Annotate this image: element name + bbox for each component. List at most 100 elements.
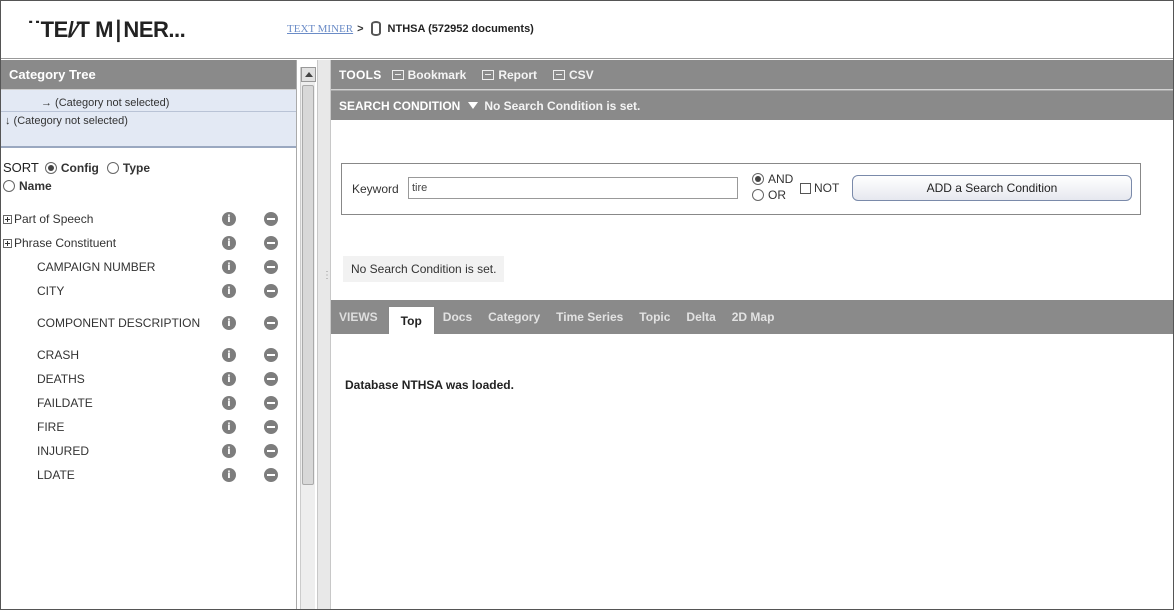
sort-config-radio[interactable] xyxy=(44,161,57,174)
breadcrumb-separator: > xyxy=(357,22,364,35)
category-tree-panel: Category Tree → (Category not selected) … xyxy=(1,60,297,609)
breadcrumb: TEXT MINER > NTHSA (572952 documents) xyxy=(287,21,534,36)
app-header: ˙˙TE/∕T M∣NER... TEXT MINER > NTHSA (572… xyxy=(1,1,1173,59)
or-radio[interactable] xyxy=(752,189,764,201)
tools-label: TOOLS xyxy=(339,67,382,82)
keyword-input[interactable] xyxy=(408,177,738,199)
bookmark-icon xyxy=(391,69,404,80)
bookmark-button[interactable]: Bookmark xyxy=(391,67,467,82)
or-option[interactable]: OR xyxy=(752,188,786,202)
remove-icon[interactable] xyxy=(264,444,278,458)
tab-time-series[interactable]: Time Series xyxy=(548,300,631,334)
tree-item-ldate[interactable]: LDATE i xyxy=(1,463,296,487)
sort-type-label: Type xyxy=(122,160,151,175)
app-window: ˙˙TE/∕T M∣NER... TEXT MINER > NTHSA (572… xyxy=(0,0,1174,610)
column-category-selector[interactable]: ↓ (Category not selected) xyxy=(1,112,296,130)
and-radio[interactable] xyxy=(752,173,764,185)
tree-item-label: FAILDATE xyxy=(37,396,93,410)
remove-icon[interactable] xyxy=(264,420,278,434)
sort-config-label: Config xyxy=(60,160,99,175)
csv-icon xyxy=(552,69,565,80)
info-icon[interactable]: i xyxy=(222,348,236,362)
info-icon[interactable]: i xyxy=(222,468,236,482)
search-condition-status: No Search Condition is set. xyxy=(484,98,641,113)
category-selection: → (Category not selected) ↓ (Category no… xyxy=(1,90,296,148)
category-tree: Part of Speech i Phrase Constituent i CA… xyxy=(1,207,296,487)
report-icon xyxy=(482,69,495,80)
bookmark-label: Bookmark xyxy=(407,67,467,82)
status-message: Database NTHSA was loaded. xyxy=(345,378,514,392)
tree-item-label: Part of Speech xyxy=(14,212,94,226)
info-icon[interactable]: i xyxy=(222,444,236,458)
expand-icon[interactable] xyxy=(3,215,12,225)
chevron-down-icon[interactable] xyxy=(468,102,479,109)
tree-item-phrase-constituent[interactable]: Phrase Constituent i xyxy=(1,231,296,255)
and-label: AND xyxy=(768,172,794,186)
scroll-up-arrow-icon[interactable] xyxy=(301,67,316,82)
tree-item-part-of-speech[interactable]: Part of Speech i xyxy=(1,207,296,231)
search-condition-message: No Search Condition is set. xyxy=(343,256,505,282)
and-option[interactable]: AND xyxy=(752,172,793,186)
tree-item-component-description[interactable]: COMPONENT DESCRIPTION i xyxy=(1,303,296,343)
sort-name-label: Name xyxy=(19,179,52,193)
tab-top[interactable]: Top xyxy=(387,306,435,334)
database-icon xyxy=(370,21,381,36)
sort-label: SORT xyxy=(3,160,39,175)
remove-icon[interactable] xyxy=(264,212,278,226)
expand-icon[interactable] xyxy=(3,239,12,249)
info-icon[interactable]: i xyxy=(222,316,236,330)
info-icon[interactable]: i xyxy=(222,236,236,250)
category-tree-title: Category Tree xyxy=(1,60,296,90)
info-icon[interactable]: i xyxy=(222,420,236,434)
tab-category[interactable]: Category xyxy=(480,300,548,334)
remove-icon[interactable] xyxy=(264,396,278,410)
tree-item-deaths[interactable]: DEATHS i xyxy=(1,367,296,391)
panel-splitter[interactable]: ⋮ xyxy=(317,60,332,609)
tree-item-label: INJURED xyxy=(37,444,90,458)
sort-name-radio[interactable] xyxy=(3,180,15,192)
tree-item-label: FIRE xyxy=(37,420,65,434)
tree-item-city[interactable]: CITY i xyxy=(1,279,296,303)
info-icon[interactable]: i xyxy=(222,284,236,298)
tree-item-fire[interactable]: FIRE i xyxy=(1,415,296,439)
remove-icon[interactable] xyxy=(264,316,278,330)
not-label: NOT xyxy=(814,181,840,195)
tab-topic[interactable]: Topic xyxy=(631,300,678,334)
search-condition-bar[interactable]: SEARCH CONDITION No Search Condition is … xyxy=(331,90,1173,120)
not-option[interactable]: NOT xyxy=(800,181,839,195)
sidebar-scrollbar[interactable] xyxy=(300,67,316,609)
tree-item-campaign-number[interactable]: CAMPAIGN NUMBER i xyxy=(1,255,296,279)
report-button[interactable]: Report xyxy=(482,68,537,82)
info-icon[interactable]: i xyxy=(222,396,236,410)
remove-icon[interactable] xyxy=(264,284,278,298)
tree-item-label: LDATE xyxy=(37,468,75,482)
not-checkbox[interactable] xyxy=(800,182,811,194)
tree-item-label: Phrase Constituent xyxy=(14,236,117,250)
remove-icon[interactable] xyxy=(264,260,278,274)
tab-2d-map[interactable]: 2D Map xyxy=(724,300,783,334)
info-icon[interactable]: i xyxy=(222,212,236,226)
tree-item-label: COMPONENT DESCRIPTION xyxy=(37,316,201,330)
add-search-condition-button[interactable]: ADD a Search Condition xyxy=(852,175,1132,201)
views-label: VIEWS xyxy=(339,310,378,324)
tree-item-faildate[interactable]: FAILDATE i xyxy=(1,391,296,415)
database-label: NTHSA (572952 documents) xyxy=(387,22,534,35)
tab-delta[interactable]: Delta xyxy=(678,300,723,334)
tab-docs[interactable]: Docs xyxy=(435,300,480,334)
remove-icon[interactable] xyxy=(264,468,278,482)
breadcrumb-home-link[interactable]: TEXT MINER xyxy=(287,23,353,35)
row-category-selector[interactable]: → (Category not selected) xyxy=(1,94,296,112)
remove-icon[interactable] xyxy=(264,236,278,250)
csv-button[interactable]: CSV xyxy=(552,68,594,82)
sort-type-radio[interactable] xyxy=(106,161,119,174)
tree-item-injured[interactable]: INJURED i xyxy=(1,439,296,463)
remove-icon[interactable] xyxy=(264,372,278,386)
info-icon[interactable]: i xyxy=(222,372,236,386)
info-icon[interactable]: i xyxy=(222,260,236,274)
scrollbar-thumb[interactable] xyxy=(302,85,314,485)
report-label: Report xyxy=(498,67,537,82)
remove-icon[interactable] xyxy=(264,348,278,362)
tree-item-label: CITY xyxy=(37,284,65,298)
tree-item-crash[interactable]: CRASH i xyxy=(1,343,296,367)
tree-item-label: DEATHS xyxy=(37,372,85,386)
